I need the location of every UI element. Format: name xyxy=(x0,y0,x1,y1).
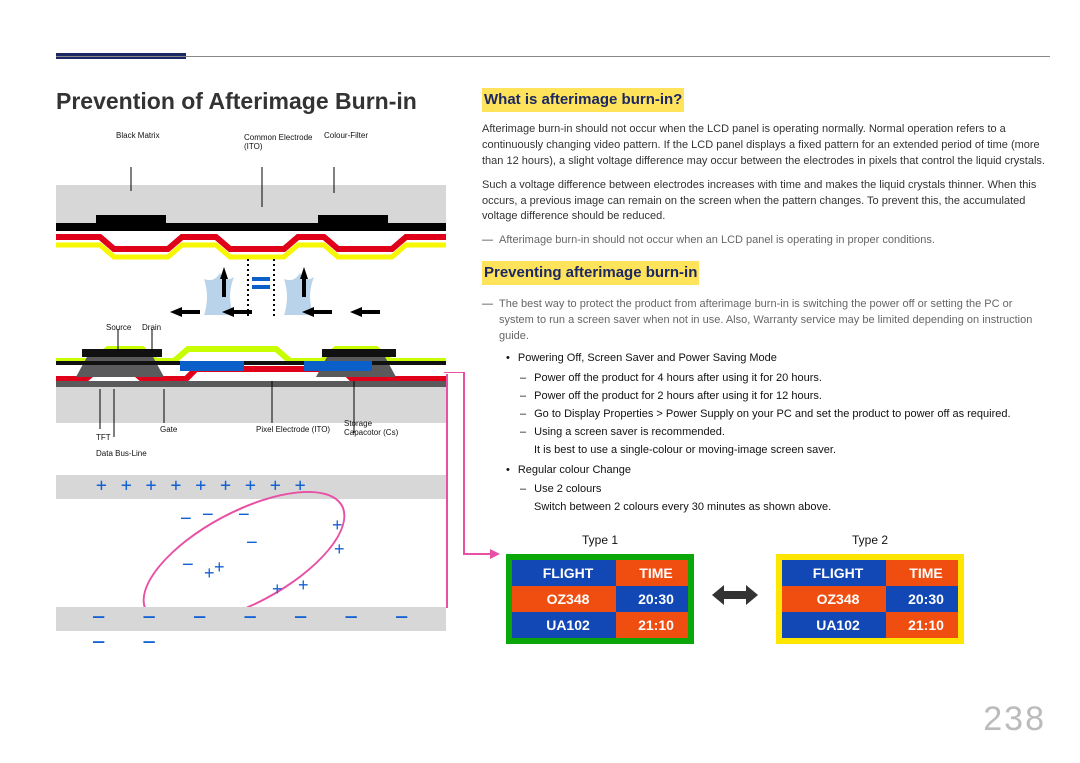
panel-type-2: Type 2 FLIGHTTIME OZ34820:30 UA10221:10 xyxy=(776,532,964,643)
r2b-2: 21:10 xyxy=(886,612,958,638)
r2b-1: 21:10 xyxy=(616,612,688,638)
svg-text:−: − xyxy=(246,532,258,554)
flight-board-1: FLIGHTTIME OZ34820:30 UA10221:10 xyxy=(506,554,694,644)
svg-text:+: + xyxy=(298,575,309,595)
svg-text:−: − xyxy=(180,508,192,530)
lcd-diagram: Black Matrix Common Electrode (ITO) Colo… xyxy=(56,129,446,529)
connector-vertical xyxy=(446,374,448,608)
sub-1-text: Power off the product for 4 hours after … xyxy=(534,371,822,387)
left-column: Prevention of Afterimage Burn-in Black M… xyxy=(56,88,446,644)
minus-row: − − − − − − − − − xyxy=(92,605,446,655)
ellipse-charges: − − − + − + − + + + + xyxy=(132,501,372,611)
hdr-flight-1: FLIGHT xyxy=(512,560,616,586)
flight-board-2: FLIGHTTIME OZ34820:30 UA10221:10 xyxy=(776,554,964,644)
bullet-list: Powering Off, Screen Saver and Power Sav… xyxy=(506,351,1050,516)
svg-text:−: − xyxy=(202,504,214,526)
label-tft: TFT xyxy=(96,433,111,442)
r2a-1: UA102 xyxy=(512,612,616,638)
bullet-1: Powering Off, Screen Saver and Power Sav… xyxy=(506,351,1050,367)
page-number: 238 xyxy=(983,700,1046,739)
label-black-matrix: Black Matrix xyxy=(116,131,160,140)
label-common-electrode: Common Electrode (ITO) xyxy=(244,133,314,151)
svg-text:−: − xyxy=(238,504,250,526)
swap-arrow-icon xyxy=(712,581,758,609)
bullet-1-text: Powering Off, Screen Saver and Power Sav… xyxy=(518,351,777,367)
section2-lead: The best way to protect the product from… xyxy=(482,297,1050,345)
panel-type-1: Type 1 FLIGHTTIME OZ34820:30 UA10221:10 xyxy=(506,532,694,643)
label-storage-cap: Storage Capacotor (Cs) xyxy=(344,419,404,437)
label-pixel-electrode: Pixel Electrode (ITO) xyxy=(256,425,330,434)
sub-5: Use 2 colours xyxy=(520,482,1050,498)
section2-lead-text: The best way to protect the product from… xyxy=(499,297,1050,345)
sub-4: Using a screen saver is recommended. xyxy=(520,425,1050,441)
sub-4-text: Using a screen saver is recommended. xyxy=(534,425,725,441)
svg-text:+: + xyxy=(334,539,345,559)
example-panels: Type 1 FLIGHTTIME OZ34820:30 UA10221:10 … xyxy=(506,532,1050,643)
svg-text:+: + xyxy=(214,557,225,577)
sub-2: Power off the product for 2 hours after … xyxy=(520,389,1050,405)
sub-5-text: Use 2 colours xyxy=(534,482,601,498)
sub-1: Power off the product for 4 hours after … xyxy=(520,371,1050,387)
sub-2-text: Power off the product for 2 hours after … xyxy=(534,389,822,405)
section1-p1: Afterimage burn-in should not occur when… xyxy=(482,122,1050,170)
bullet-2-text: Regular colour Change xyxy=(518,463,631,479)
section1-note: Afterimage burn-in should not occur when… xyxy=(482,233,1050,249)
heading-preventing: Preventing afterimage burn-in xyxy=(482,261,699,285)
schematic-top-svg xyxy=(56,167,446,317)
svg-text:+: + xyxy=(332,515,343,535)
sub-3: Go to Display Properties > Power Supply … xyxy=(520,407,1050,423)
hdr-time-2: TIME xyxy=(886,560,958,586)
hdr-flight-2: FLIGHT xyxy=(782,560,886,586)
r2a-2: UA102 xyxy=(782,612,886,638)
right-column: What is afterimage burn-in? Afterimage b… xyxy=(482,88,1050,644)
panel-title-1: Type 1 xyxy=(506,532,694,549)
bullet-2: Regular colour Change xyxy=(506,463,1050,479)
sub-4b: It is best to use a single-colour or mov… xyxy=(534,443,1050,459)
page-title: Prevention of Afterimage Burn-in xyxy=(56,88,446,115)
panel-title-2: Type 2 xyxy=(776,532,964,549)
svg-text:+: + xyxy=(272,579,283,599)
hdr-time-1: TIME xyxy=(616,560,688,586)
svg-text:−: − xyxy=(182,554,194,576)
header-rule xyxy=(56,56,1050,57)
r1b-1: 20:30 xyxy=(616,586,688,612)
sub-5b: Switch between 2 colours every 30 minute… xyxy=(534,500,1050,516)
section1-note-text: Afterimage burn-in should not occur when… xyxy=(499,233,935,249)
r1b-2: 20:30 xyxy=(886,586,958,612)
label-colour-filter: Colour-Filter xyxy=(324,131,368,140)
label-gate: Gate xyxy=(160,425,177,434)
r1a-1: OZ348 xyxy=(512,586,616,612)
heading-what-is: What is afterimage burn-in? xyxy=(482,88,684,112)
label-data-bus: Data Bus-Line xyxy=(96,449,147,458)
main-content: Prevention of Afterimage Burn-in Black M… xyxy=(56,88,1050,644)
section1-p2: Such a voltage difference between electr… xyxy=(482,178,1050,226)
r1a-2: OZ348 xyxy=(782,586,886,612)
sub-3-text: Go to Display Properties > Power Supply … xyxy=(534,407,1010,423)
svg-text:+: + xyxy=(204,563,215,583)
